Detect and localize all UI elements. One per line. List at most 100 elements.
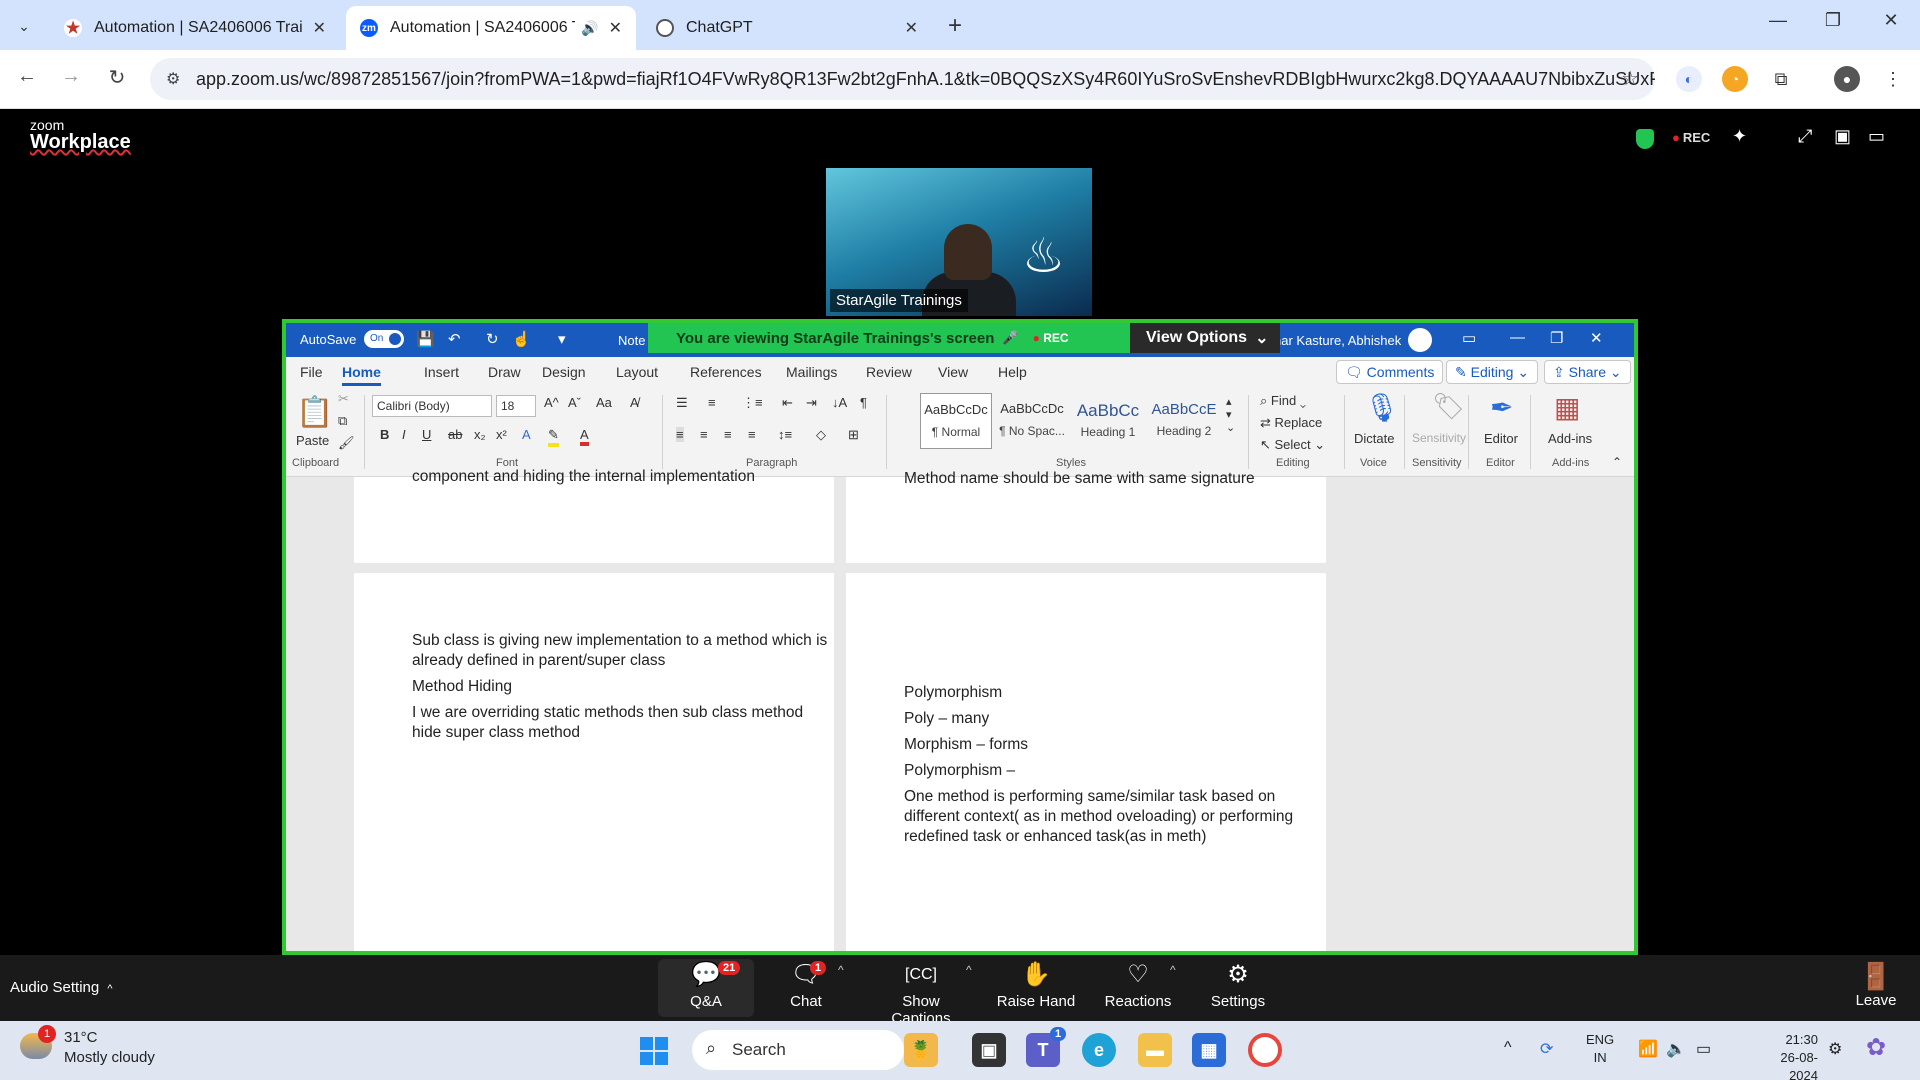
menu-file[interactable]: File: [300, 364, 323, 380]
undo-icon[interactable]: ↶: [448, 330, 461, 348]
grow-font-icon[interactable]: A^: [544, 395, 559, 410]
paste-icon[interactable]: 📋: [296, 395, 333, 430]
notification-bell-icon[interactable]: ⚙: [1828, 1039, 1842, 1059]
fullscreen-icon[interactable]: ⤢: [1798, 126, 1812, 147]
bold-icon[interactable]: B: [380, 427, 389, 442]
bullets-icon[interactable]: ☰: [676, 395, 688, 411]
sync-icon[interactable]: ⟳: [1540, 1039, 1553, 1059]
menu-help[interactable]: Help: [998, 364, 1027, 380]
settings-button[interactable]: ⚙ Settings: [1190, 959, 1286, 1017]
align-right-icon[interactable]: ≡: [724, 427, 732, 442]
reactions-options-chevron-icon[interactable]: ^: [1170, 963, 1176, 977]
page-bottom-left[interactable]: Sub class is giving new implementation t…: [354, 573, 834, 951]
redo-icon[interactable]: ↻: [486, 330, 499, 348]
italic-icon[interactable]: I: [402, 427, 406, 442]
styles-more-icon[interactable]: ▴ ▾ ⌄: [1226, 395, 1235, 434]
battery-icon[interactable]: ▭: [1696, 1039, 1711, 1059]
touch-mode-icon[interactable]: ☝: [512, 330, 531, 348]
page-top-right[interactable]: Method name should be same with same sig…: [846, 470, 1326, 563]
shield-check-icon[interactable]: [1636, 129, 1654, 149]
menu-mailings[interactable]: Mailings: [786, 364, 837, 380]
microsoft-store-icon[interactable]: ▦: [1192, 1033, 1226, 1067]
minimize-icon[interactable]: —: [1753, 10, 1803, 31]
replace-button[interactable]: ⇄ Replace: [1260, 415, 1322, 431]
close-window-icon[interactable]: ✕: [1866, 10, 1916, 31]
menu-home[interactable]: Home: [342, 364, 381, 386]
speaker-icon[interactable]: 🔊: [581, 20, 598, 37]
select-button[interactable]: ↖ Select ⌄: [1260, 437, 1325, 453]
highlight-icon[interactable]: ✎: [548, 427, 559, 447]
menu-design[interactable]: Design: [542, 364, 586, 380]
show-hidden-icons-chevron-icon[interactable]: ^: [1504, 1039, 1512, 1057]
collapse-ribbon-icon[interactable]: ⌃: [1612, 455, 1622, 469]
decrease-indent-icon[interactable]: ⇤: [782, 395, 793, 411]
tab-zoom-active[interactable]: zm Automation | SA2406006 Tr 🔊 ✕: [346, 6, 636, 50]
borders-icon[interactable]: ⊞: [848, 427, 859, 443]
shared-screen[interactable]: AutoSave On 💾 ↶ ↻ ☝ ▾ Note nar Kasture, …: [282, 319, 1638, 955]
view-options-button[interactable]: View Options ⌄: [1130, 323, 1280, 353]
sensitivity-label[interactable]: Sensitivity: [1412, 431, 1466, 445]
text-effects-icon[interactable]: A: [522, 427, 531, 442]
word-minimize-icon[interactable]: —: [1510, 329, 1525, 346]
menu-references[interactable]: References: [690, 364, 762, 380]
strikethrough-icon[interactable]: ab: [448, 427, 462, 442]
taskbar-search[interactable]: ⌕ Search: [692, 1030, 904, 1070]
language-indicator[interactable]: ENG IN: [1586, 1031, 1614, 1067]
sort-icon[interactable]: ↓A: [832, 395, 847, 410]
font-name-select[interactable]: Calibri (Body): [372, 395, 492, 417]
font-size-select[interactable]: 18: [496, 395, 536, 417]
extensions-puzzle-icon[interactable]: ⧉: [1768, 66, 1794, 92]
editing-mode-button[interactable]: ✎ Editing ⌄: [1446, 360, 1539, 384]
align-center-icon[interactable]: ≡: [700, 427, 708, 442]
audio-setting-button[interactable]: Audio Setting ^: [10, 979, 113, 996]
menu-view[interactable]: View: [938, 364, 968, 380]
find-button[interactable]: ⌕ Find ⌄: [1260, 393, 1306, 409]
superscript-icon[interactable]: x²: [496, 427, 507, 442]
participant-video[interactable]: ♨ StarAgile Trainings: [826, 168, 1092, 316]
teams-icon[interactable]: T 1: [1026, 1027, 1067, 1067]
menu-insert[interactable]: Insert: [424, 364, 459, 380]
edge-browser-icon[interactable]: e: [1082, 1033, 1116, 1067]
more-menu-icon[interactable]: ⋮: [1880, 66, 1906, 92]
view-layout-icon[interactable]: ▣: [1834, 126, 1851, 147]
copilot-icon[interactable]: ✿: [1866, 1033, 1886, 1062]
autosave-toggle[interactable]: On: [364, 330, 404, 348]
word-close-icon[interactable]: ✕: [1590, 329, 1603, 347]
extension-icon[interactable]: ◐: [1676, 66, 1702, 92]
numbering-icon[interactable]: ≡: [708, 395, 716, 410]
format-painter-icon[interactable]: 🖌: [338, 435, 355, 451]
sensitivity-icon[interactable]: 🏷: [1432, 391, 1465, 422]
qa-button[interactable]: 💬 Q&A 21: [658, 959, 754, 1017]
paste-label[interactable]: Paste: [296, 433, 329, 448]
show-marks-icon[interactable]: ¶: [860, 395, 867, 410]
close-tab-icon[interactable]: ✕: [905, 18, 918, 38]
style-normal[interactable]: AaBbCcDc ¶ Normal: [920, 393, 992, 449]
leave-button[interactable]: 🚪 Leave: [1846, 961, 1906, 1009]
site-info-icon[interactable]: ⚙: [166, 69, 180, 89]
tab-search-icon[interactable]: ⌄: [10, 12, 38, 40]
close-tab-icon[interactable]: ✕: [313, 18, 326, 38]
search-highlight-icon[interactable]: 🍍: [904, 1033, 938, 1067]
new-tab-button[interactable]: +: [948, 12, 962, 40]
subscript-icon[interactable]: x₂: [474, 427, 486, 442]
share-button[interactable]: ⇪ Share ⌄: [1544, 360, 1631, 384]
cut-icon[interactable]: ✂: [338, 391, 349, 407]
copy-icon[interactable]: ⧉: [338, 413, 347, 429]
chrome-browser-icon[interactable]: [1248, 1033, 1282, 1067]
chat-options-chevron-icon[interactable]: ^: [838, 963, 844, 977]
menu-review[interactable]: Review: [866, 364, 912, 380]
volume-icon[interactable]: 🔈: [1666, 1039, 1686, 1059]
captions-options-chevron-icon[interactable]: ^: [966, 963, 972, 977]
underline-icon[interactable]: U: [422, 427, 431, 442]
multilevel-list-icon[interactable]: ⋮≡: [742, 395, 763, 411]
start-windows-icon[interactable]: [640, 1037, 668, 1065]
back-icon[interactable]: ←: [12, 65, 42, 88]
style-no-spacing[interactable]: AaBbCcDc ¶ No Spac...: [996, 393, 1068, 449]
file-explorer-icon[interactable]: ▬: [1138, 1033, 1172, 1067]
align-left-icon[interactable]: ≡: [676, 427, 684, 442]
style-heading-1[interactable]: AaBbCc Heading 1: [1072, 393, 1144, 449]
dictate-label[interactable]: Dictate: [1354, 431, 1394, 446]
restore-icon[interactable]: ❐: [1808, 10, 1858, 31]
line-spacing-icon[interactable]: ↕≡: [778, 427, 792, 442]
menu-layout[interactable]: Layout: [616, 364, 658, 380]
